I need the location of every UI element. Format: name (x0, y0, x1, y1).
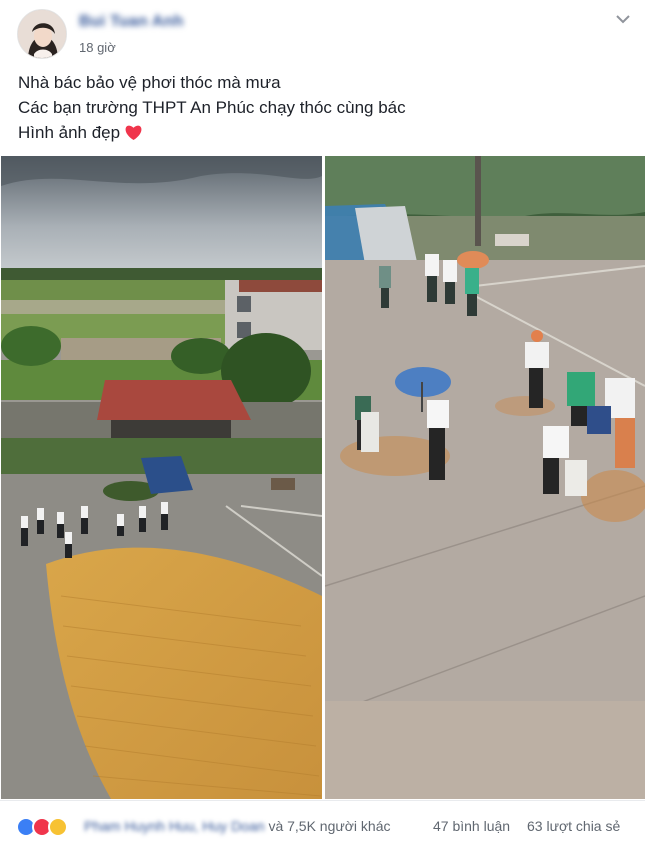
author-avatar[interactable] (17, 9, 67, 59)
post-text-line-3-text: Hình ảnh đẹp (18, 123, 121, 142)
shares-count[interactable]: 63 lượt chia sẻ (527, 818, 620, 834)
heart-icon (124, 123, 143, 148)
post-header: Bui Tuan Anh 18 giờ (0, 0, 645, 64)
reactor-suffix: và 7,5K người khác (268, 818, 391, 834)
post-text-line-1: Nhà bác bảo vệ phơi thóc mà mưa (18, 73, 281, 92)
post-footer: Pham Huynh Huu, Huy Doan và 7,5K người k… (0, 800, 645, 848)
reactor-summary[interactable]: Pham Huynh Huu, Huy Doan và 7,5K người k… (84, 818, 391, 834)
post-text-line-2: Các bạn trường THPT An Phúc chạy thóc cù… (18, 98, 406, 117)
post-text-line-3: Hình ảnh đẹp (18, 120, 618, 148)
reactor-names[interactable]: Pham Huynh Huu, Huy Doan (84, 818, 265, 834)
post-timestamp[interactable]: 18 giờ (79, 40, 116, 55)
author-name[interactable]: Bui Tuan Anh (79, 13, 184, 31)
photo-students-collecting-rice[interactable] (325, 156, 645, 799)
haha-icon (48, 817, 68, 837)
comments-count[interactable]: 47 bình luận (433, 818, 510, 834)
post-text: Nhà bác bảo vệ phơi thóc mà mưa Các bạn … (18, 70, 618, 148)
photo-rice-drying-yard[interactable] (1, 156, 322, 799)
chevron-down-icon[interactable] (612, 9, 634, 29)
